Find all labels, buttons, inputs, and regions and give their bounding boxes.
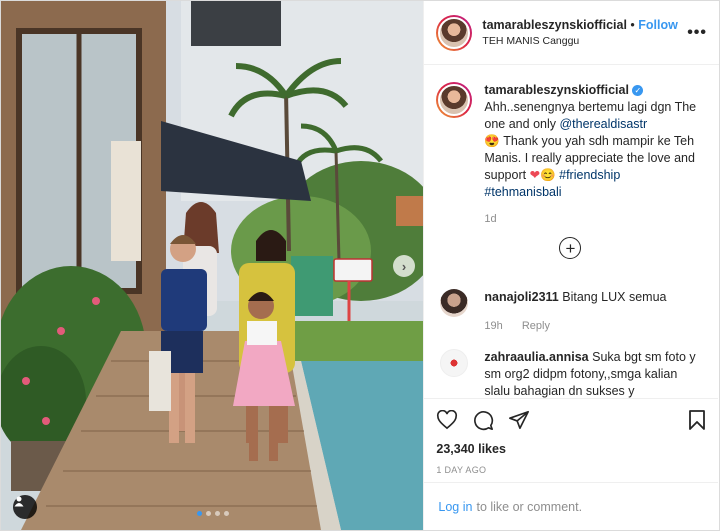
caption-time[interactable]: 1d xyxy=(484,213,706,225)
share-icon xyxy=(509,410,530,430)
carousel-dot-2 xyxy=(206,511,211,516)
post-side-panel: tamarableszynskiofficial • Follow TEH MA… xyxy=(423,1,719,530)
verified-badge-icon: ✓ xyxy=(632,85,644,96)
likes-count[interactable]: 23,340 likes xyxy=(436,442,706,456)
carousel-dot-1 xyxy=(197,511,202,516)
reply-button[interactable]: Reply xyxy=(522,320,550,332)
caption-avatar[interactable] xyxy=(436,82,473,118)
hashtag-tehmanisbali[interactable]: #tehmanisbali xyxy=(484,185,561,199)
post-dialog: › tamarableszynskiofficial • Follow TEH … xyxy=(0,0,720,531)
heart-icon xyxy=(437,410,458,430)
carousel-next-button[interactable]: › xyxy=(393,255,415,277)
share-button[interactable] xyxy=(508,409,530,431)
login-link[interactable]: Log in xyxy=(438,500,472,514)
comment-item: zahraaulia.annisa Suka bgt sm foto y sm … xyxy=(436,349,706,398)
comment-text: Bitang LUX semua xyxy=(562,290,667,304)
caption-text: tamarableszynskiofficial ✓ Ahh..senengny… xyxy=(484,82,696,201)
login-suffix: to like or comment. xyxy=(476,499,583,514)
commenter-avatar[interactable] xyxy=(440,289,469,317)
comment-body: nanajoli2311 Bitang LUX semua 19h Reply xyxy=(484,289,706,335)
avatar-image xyxy=(438,16,471,49)
more-options-button[interactable]: ••• xyxy=(687,24,707,42)
header-line: tamarableszynskiofficial • Follow xyxy=(482,18,687,32)
comment-item: nanajoli2311 Bitang LUX semua 19h Reply xyxy=(436,289,706,335)
comments-section[interactable]: tamarableszynskiofficial ✓ Ahh..senengny… xyxy=(424,66,718,398)
comment-time[interactable]: 19h xyxy=(484,320,502,332)
follow-button[interactable]: Follow xyxy=(638,18,678,32)
post-photo[interactable]: › xyxy=(1,1,424,530)
save-button[interactable] xyxy=(688,409,706,431)
comment-username[interactable]: zahraaulia.annisa xyxy=(484,350,588,364)
user-tags-button[interactable] xyxy=(13,495,37,519)
carousel-dot-3 xyxy=(215,511,220,516)
like-button[interactable] xyxy=(436,410,458,430)
avatar-image xyxy=(438,84,471,116)
action-icons xyxy=(436,407,706,433)
hashtag-friendship[interactable]: #friendship xyxy=(559,168,620,182)
post-header: tamarableszynskiofficial • Follow TEH MA… xyxy=(424,1,719,65)
emoji-smile: 😊 xyxy=(540,168,556,182)
login-prompt: Log in to like or comment. xyxy=(424,482,719,530)
header-separator: • xyxy=(630,18,635,32)
caption: tamarableszynskiofficial ✓ Ahh..senengny… xyxy=(436,82,706,201)
bookmark-icon xyxy=(689,410,706,430)
comment-icon xyxy=(474,411,494,431)
posted-time[interactable]: 1 DAY AGO xyxy=(436,465,706,475)
comment-username[interactable]: nanajoli2311 xyxy=(484,290,558,304)
header-text: tamarableszynskiofficial • Follow TEH MA… xyxy=(482,18,687,47)
emoji-heart: ❤ xyxy=(529,168,541,182)
commenter-avatar[interactable] xyxy=(440,349,469,377)
carousel-dot-4 xyxy=(224,511,229,516)
emoji-heart-eyes: 😍 xyxy=(484,134,500,148)
profile-avatar[interactable] xyxy=(436,14,473,51)
carousel-dots xyxy=(197,511,229,516)
person-icon xyxy=(14,496,24,507)
header-username[interactable]: tamarableszynskiofficial xyxy=(482,18,627,32)
photo-scene xyxy=(1,1,424,530)
comment-meta: 19h Reply xyxy=(484,318,706,335)
plus-circle-icon: + xyxy=(565,238,576,258)
location-link[interactable]: TEH MANIS Canggu xyxy=(482,35,687,47)
load-more-comments-button[interactable]: + xyxy=(559,237,582,259)
comment-button[interactable] xyxy=(472,409,494,431)
caption-mention[interactable]: @therealdisastr xyxy=(559,117,647,131)
comment-body: zahraaulia.annisa Suka bgt sm foto y sm … xyxy=(484,349,706,398)
caption-username[interactable]: tamarableszynskiofficial xyxy=(484,83,629,97)
